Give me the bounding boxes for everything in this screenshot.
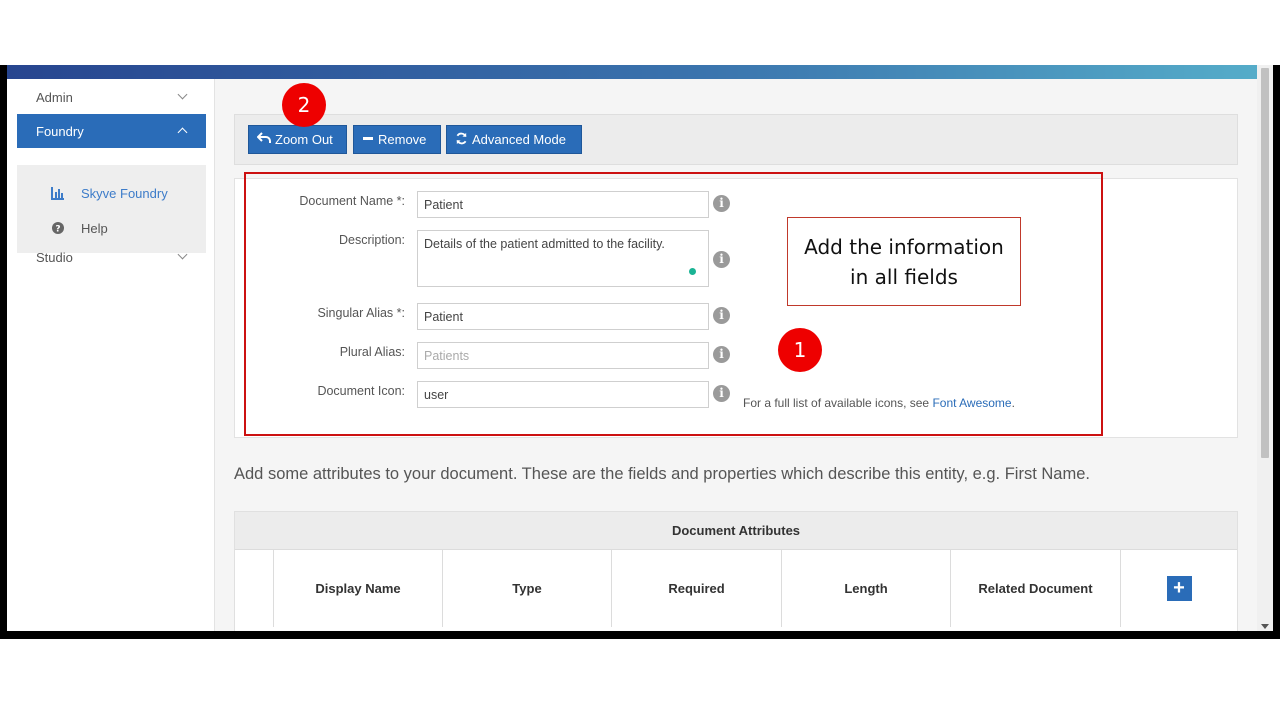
sidebar-item-skyve-foundry[interactable]: Skyve Foundry <box>17 178 206 208</box>
app-window: Admin Foundry Skyve Foundry ? Help Studi… <box>7 65 1273 631</box>
column-header-required[interactable]: Required <box>612 549 782 627</box>
table-title: Document Attributes <box>235 512 1237 550</box>
plural-alias-label: Plural Alias: <box>339 345 405 359</box>
icon-hint-prefix: For a full list of available icons, see <box>743 396 930 410</box>
icon-hint-text: For a full list of available icons, see … <box>743 396 1015 410</box>
vertical-scrollbar[interactable] <box>1257 65 1273 631</box>
callout-line-1: Add the information <box>804 235 1004 259</box>
callout-line-2: in all fields <box>850 265 958 289</box>
sidebar-item-foundry[interactable]: Foundry <box>17 114 206 148</box>
chevron-up-icon <box>177 127 188 138</box>
font-awesome-link[interactable]: Font Awesome <box>932 396 1011 410</box>
step-badge-2: 2 <box>282 83 326 127</box>
chevron-down-icon <box>177 249 188 260</box>
bar-chart-icon <box>51 186 65 200</box>
chevron-down-icon <box>177 89 188 100</box>
column-header-related-document[interactable]: Related Document <box>951 549 1121 627</box>
description-field[interactable]: Details of the patient admitted to the f… <box>417 230 709 287</box>
info-icon[interactable]: i <box>713 195 730 212</box>
info-icon[interactable]: i <box>713 251 730 268</box>
zoom-out-label: Zoom Out <box>275 132 333 147</box>
scroll-down-arrow-icon[interactable] <box>1261 624 1269 629</box>
document-icon-field[interactable]: user <box>417 381 709 408</box>
question-circle-icon: ? <box>51 221 65 235</box>
sidebar-item-admin[interactable]: Admin <box>17 80 206 114</box>
window-bottom-border <box>7 631 1273 639</box>
singular-alias-field[interactable]: Patient <box>417 303 709 330</box>
sidebar-item-label: Skyve Foundry <box>81 185 168 201</box>
icon-hint-suffix: . <box>1011 396 1015 410</box>
window-left-border <box>0 65 7 639</box>
advanced-mode-button[interactable]: Advanced Mode <box>446 125 582 154</box>
toolbar: Zoom Out Remove Advanced Mode <box>234 114 1238 165</box>
table-select-column <box>235 549 274 627</box>
add-attribute-button[interactable]: + <box>1166 575 1192 601</box>
document-attributes-table: Document Attributes Display Name Type Re… <box>234 511 1238 631</box>
column-header-type[interactable]: Type <box>443 549 612 627</box>
document-name-field[interactable]: Patient <box>417 191 709 218</box>
window-right-border <box>1273 65 1280 639</box>
step-badge-1: 1 <box>778 328 822 372</box>
zoom-out-button[interactable]: Zoom Out <box>248 125 347 154</box>
info-icon[interactable]: i <box>713 346 730 363</box>
header-bar <box>7 65 1257 79</box>
undo-arrow-icon <box>256 132 271 147</box>
scrollbar-thumb[interactable] <box>1261 68 1269 458</box>
sidebar-item-label: Studio <box>36 249 73 265</box>
instruction-callout: Add the information in all fields <box>787 217 1021 306</box>
column-header-display-name[interactable]: Display Name <box>274 549 443 627</box>
table-actions-column: + <box>1121 549 1237 627</box>
remove-button[interactable]: Remove <box>353 125 441 154</box>
column-header-length[interactable]: Length <box>782 549 951 627</box>
status-dot-icon <box>689 268 696 275</box>
remove-label: Remove <box>378 132 427 147</box>
attributes-intro: Add some attributes to your document. Th… <box>234 465 1090 483</box>
sidebar-item-studio[interactable]: Studio <box>17 240 206 274</box>
minus-icon <box>362 132 374 147</box>
sidebar-item-help[interactable]: ? Help <box>17 213 206 243</box>
document-name-label: Document Name *: <box>299 194 405 208</box>
info-icon[interactable]: i <box>713 307 730 324</box>
document-icon-label: Document Icon: <box>317 384 405 398</box>
sidebar-item-label: Help <box>81 220 108 236</box>
plural-alias-field[interactable]: Patients <box>417 342 709 369</box>
singular-alias-label: Singular Alias *: <box>317 306 405 320</box>
sidebar: Admin Foundry Skyve Foundry ? Help Studi… <box>7 79 215 631</box>
svg-text:?: ? <box>55 225 60 235</box>
refresh-icon <box>455 132 468 148</box>
sidebar-item-label: Foundry <box>36 123 84 139</box>
description-label: Description: <box>339 233 405 247</box>
sidebar-item-label: Admin <box>36 89 73 105</box>
info-icon[interactable]: i <box>713 385 730 402</box>
advanced-mode-label: Advanced Mode <box>472 132 566 147</box>
